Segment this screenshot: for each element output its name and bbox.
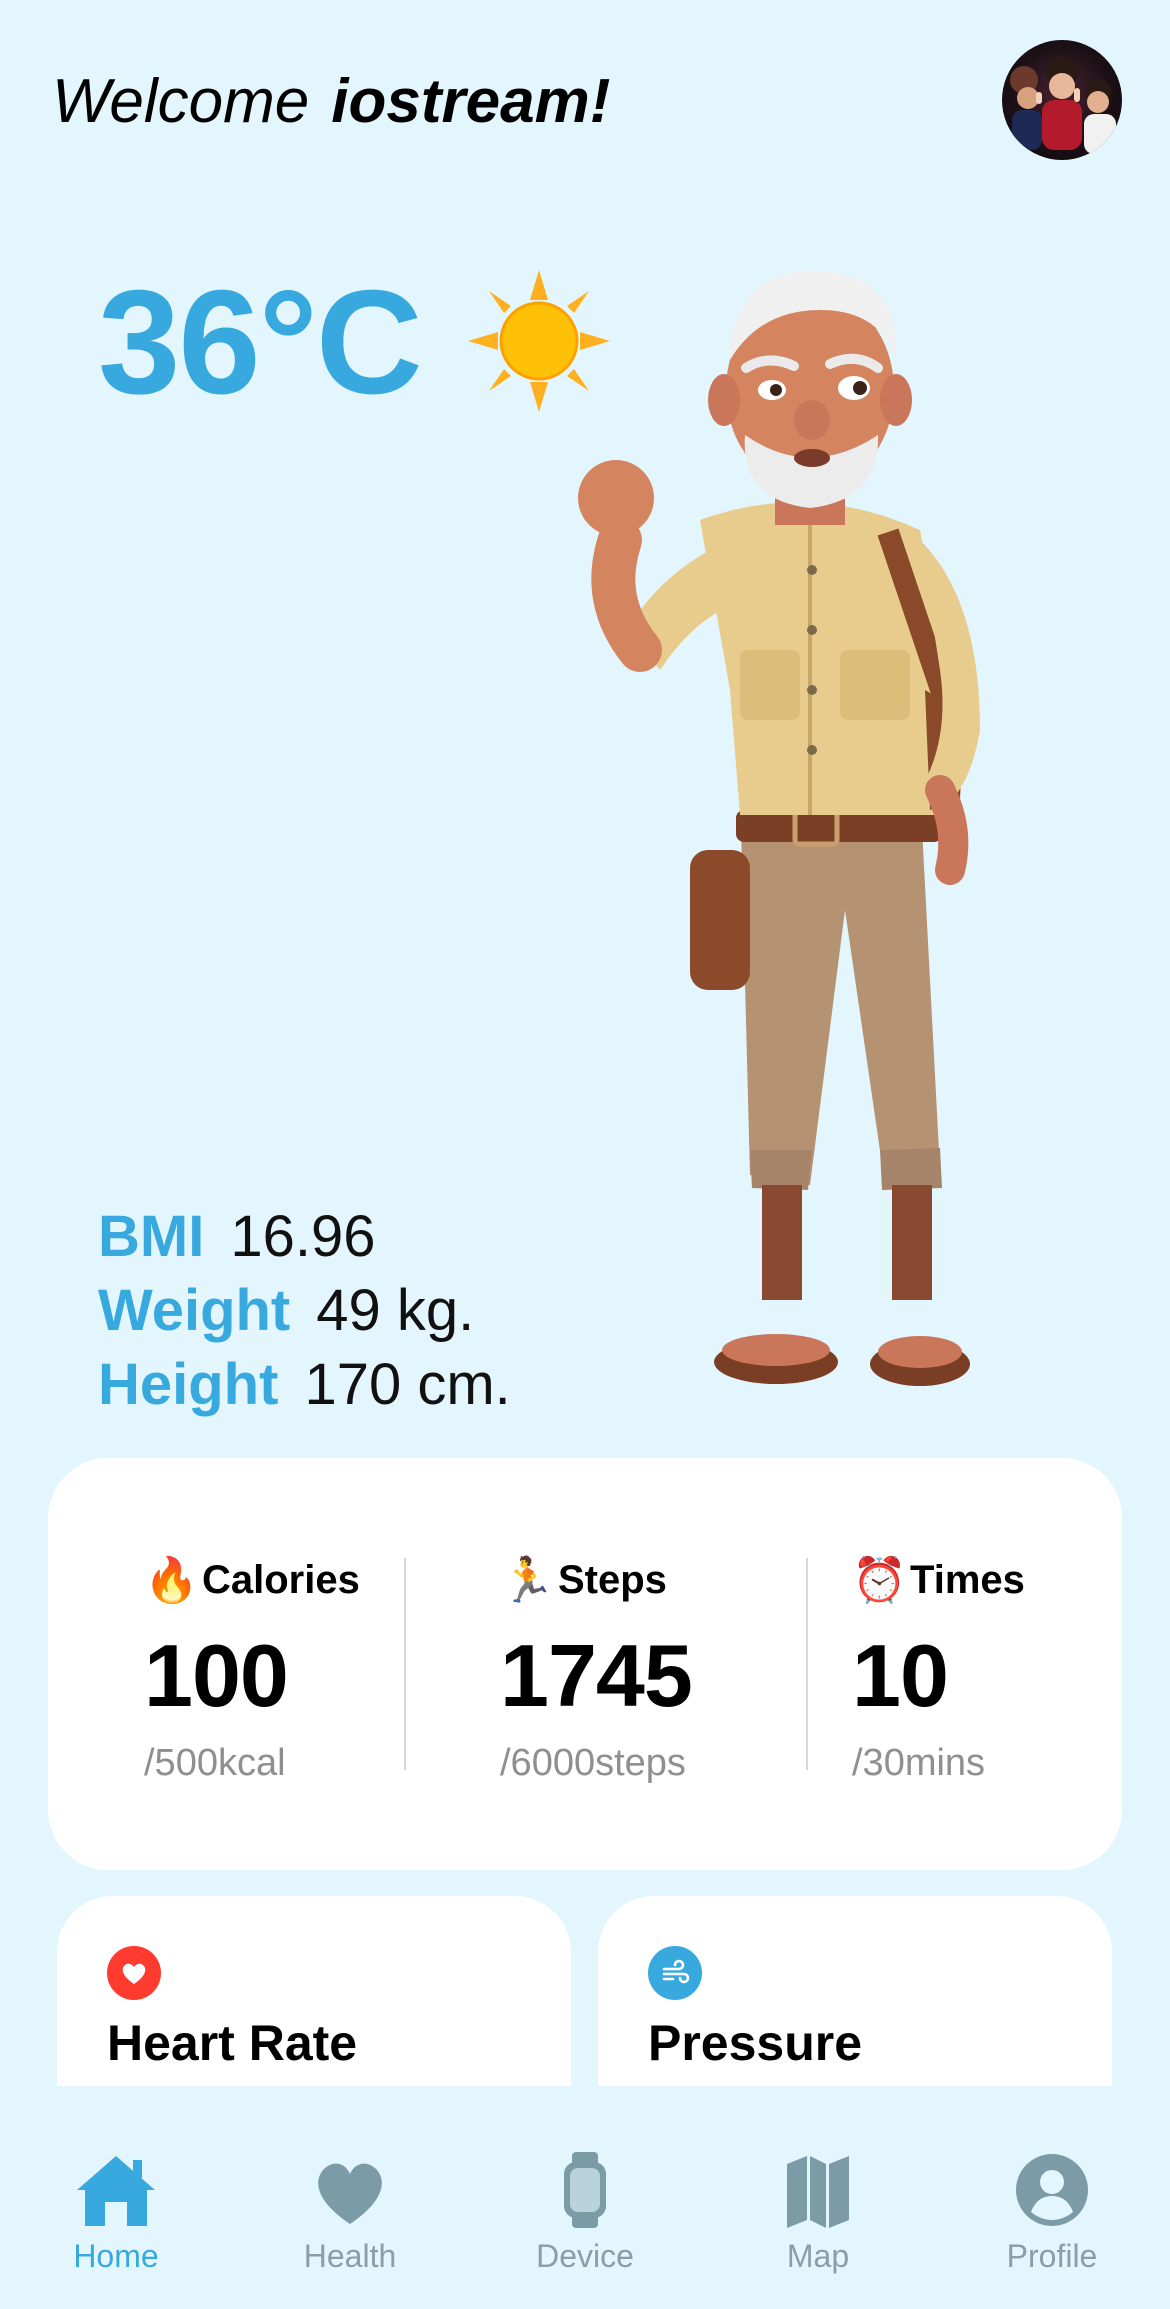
steps-metric: 🏃 Steps 1745 /6000steps — [500, 1550, 693, 1785]
avatar[interactable] — [1002, 40, 1122, 160]
alarm-clock-icon: ⏰ — [852, 1556, 907, 1605]
temperature-reading: 36°C — [98, 260, 423, 425]
bmi-value: 16.96 — [230, 1204, 376, 1269]
heart-icon — [107, 1946, 161, 2000]
times-value: 10 — [852, 1626, 949, 1725]
bmi-row: BMI 16.96 — [98, 1200, 511, 1274]
header: Welcome iostream! — [0, 0, 1170, 200]
person-circle-icon — [1016, 2154, 1088, 2226]
tab-profile-label: Profile — [1006, 2238, 1098, 2274]
height-label: Height — [98, 1352, 279, 1417]
bmi-label: BMI — [98, 1204, 205, 1269]
calories-label: Calories — [202, 1557, 360, 1602]
welcome-greeting: Welcome — [52, 67, 310, 136]
height-row: Height 170 cm. — [98, 1348, 511, 1422]
tab-bar: Home Health Device Map Profile — [0, 2086, 1170, 2309]
weight-label: Weight — [98, 1278, 291, 1343]
times-metric: ⏰ Times 10 /30mins — [852, 1550, 1025, 1785]
welcome-heading: Welcome iostream! — [52, 62, 610, 142]
steps-value: 1745 — [500, 1626, 693, 1725]
tab-profile[interactable]: Profile — [962, 2150, 1142, 2275]
map-icon — [787, 2156, 849, 2228]
tab-home[interactable]: Home — [26, 2150, 206, 2275]
pressure-title: Pressure — [648, 2015, 863, 2071]
calories-value: 100 — [144, 1626, 289, 1725]
tab-map-label: Map — [786, 2238, 850, 2274]
runner-icon: 🏃 — [500, 1556, 555, 1605]
house-icon — [77, 2156, 155, 2226]
body-stats: BMI 16.96 Weight 49 kg. Height 170 cm. — [98, 1200, 511, 1422]
tab-device[interactable]: Device — [495, 2150, 675, 2275]
tab-device-label: Device — [536, 2238, 634, 2274]
welcome-username: iostream! — [331, 67, 611, 136]
tab-home-label: Home — [73, 2238, 159, 2274]
divider — [806, 1558, 808, 1770]
tab-health[interactable]: Health — [260, 2150, 440, 2275]
steps-goal: /6000steps — [500, 1742, 686, 1784]
calories-goal: /500kcal — [144, 1742, 286, 1784]
watch-icon — [564, 2152, 606, 2228]
steps-label: Steps — [558, 1557, 667, 1602]
weight-row: Weight 49 kg. — [98, 1274, 511, 1348]
weight-value: 49 kg. — [316, 1278, 475, 1343]
tab-map[interactable]: Map — [728, 2150, 908, 2275]
activity-card[interactable]: 🔥 Calories 100 /500kcal 🏃 Steps 1745 /60… — [48, 1458, 1122, 1870]
avatar-photo — [1010, 56, 1116, 154]
character-illustration — [578, 270, 980, 1386]
tab-health-label: Health — [303, 2238, 397, 2274]
divider — [404, 1558, 406, 1770]
times-goal: /30mins — [852, 1742, 986, 1784]
times-label: Times — [910, 1557, 1025, 1602]
heart-icon — [318, 2163, 382, 2224]
height-value: 170 cm. — [304, 1352, 511, 1417]
wind-icon — [648, 1946, 702, 2000]
fire-icon: 🔥 — [144, 1556, 199, 1605]
heart-rate-title: Heart Rate — [107, 2015, 358, 2071]
calories-metric: 🔥 Calories 100 /500kcal — [144, 1550, 360, 1785]
